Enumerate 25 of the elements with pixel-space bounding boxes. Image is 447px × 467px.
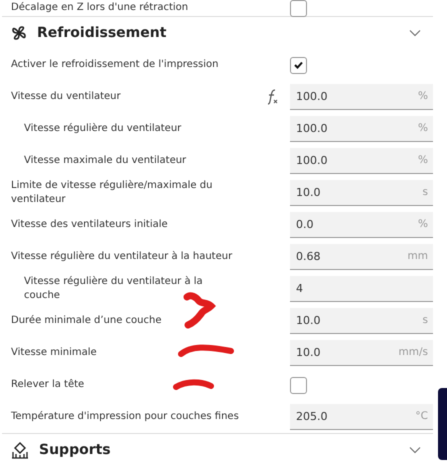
setting-label: Vitesse du ventilateur (11, 90, 121, 104)
unit-label: s (422, 186, 428, 198)
setting-label: Relever la tête (11, 378, 84, 392)
setting-label: Durée minimale d’une couche (11, 314, 162, 328)
setting-label: Limite de vitesse régulière/maximale du ventilateur (11, 179, 214, 207)
setting-label: Décalage en Z lors d'une rétraction (11, 1, 188, 15)
unit-label: °C (415, 410, 428, 422)
section-title: Supports (39, 442, 112, 458)
number-field[interactable]: 4 (290, 276, 433, 302)
setting-label: Vitesse régulière du ventilateur (24, 122, 182, 136)
unit-label: mm (408, 250, 428, 262)
unit-label: % (418, 154, 428, 166)
setting-label: Vitesse régulière du ventilateur à la couche (24, 275, 204, 303)
setting-label: Température d'impression pour couches fines (11, 410, 239, 424)
unit-label: % (418, 218, 428, 230)
unit-label: s (422, 314, 428, 326)
section-title: Refroidissement (37, 25, 168, 41)
unit-label: % (418, 122, 428, 134)
unit-label: % (418, 90, 428, 102)
setting-label: Vitesse régulière du ventilateur à la hauteur (11, 250, 232, 264)
unit-label: mm/s (398, 346, 428, 358)
setting-label: Vitesse maximale du ventilateur (24, 154, 186, 168)
setting-label: Vitesse minimale (11, 346, 97, 360)
setting-label: Vitesse des ventilateurs initiale (11, 218, 168, 232)
setting-label: Activer le refroidissement de l'impression (11, 58, 218, 72)
